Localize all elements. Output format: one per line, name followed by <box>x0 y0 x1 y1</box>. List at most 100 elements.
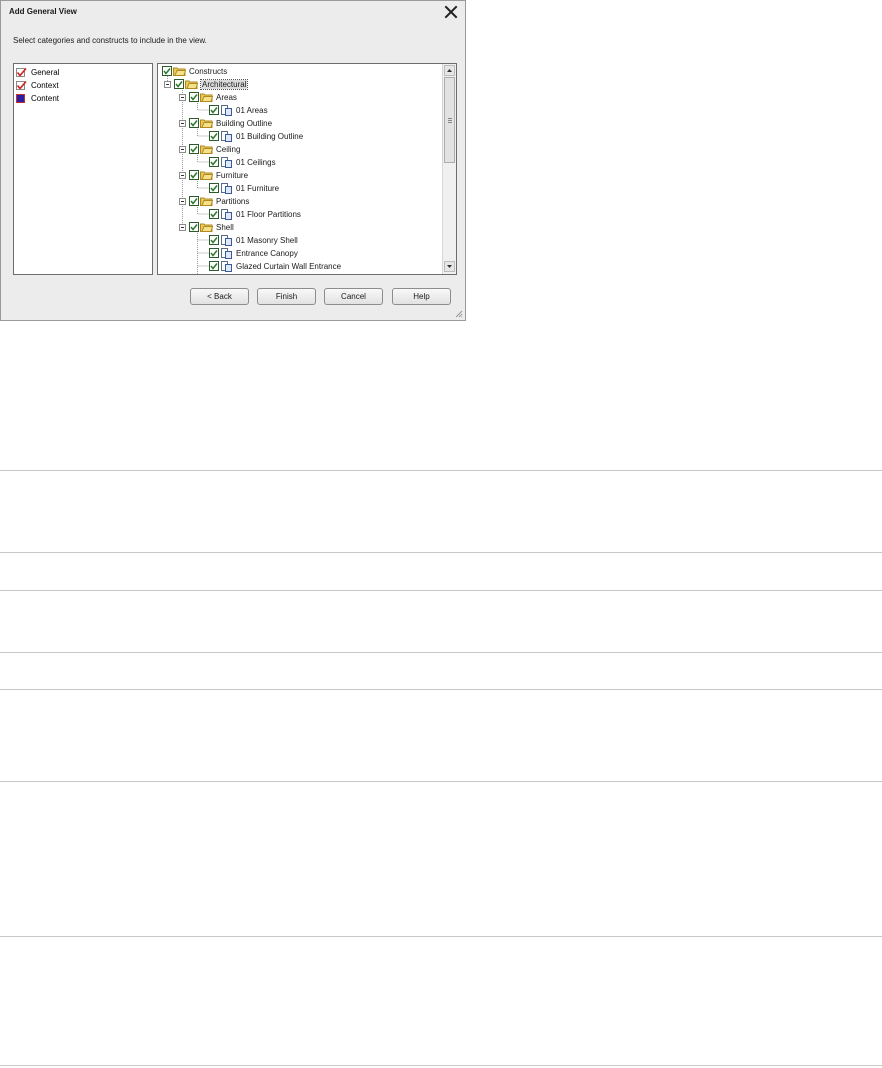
tree-node-label: Furniture <box>216 170 249 180</box>
tree-node-label: Constructs <box>189 66 228 76</box>
tree-checkbox[interactable] <box>189 118 199 128</box>
tree-checkbox[interactable] <box>189 196 199 206</box>
tree-node-architectural[interactable]: Architectural <box>164 78 249 90</box>
collapse-icon[interactable] <box>179 171 186 179</box>
separator-rule <box>0 1065 882 1066</box>
construct-icon <box>220 247 232 259</box>
separator-rule <box>0 781 882 782</box>
checked-icon <box>16 67 27 77</box>
tree-node-label: Areas <box>216 92 237 102</box>
tree-node-label: Entrance Canopy <box>236 248 298 258</box>
tree-checkbox[interactable] <box>174 79 184 89</box>
tree-node-label: Glazed Curtain Wall Entrance <box>236 261 342 271</box>
tree-node-label: 01 Building Outline <box>236 131 304 141</box>
construct-icon <box>220 130 232 142</box>
separator-rule <box>0 689 882 690</box>
tree-checkbox[interactable] <box>189 222 199 232</box>
construct-icon <box>220 182 232 194</box>
tree-node-label: Architectural <box>199 78 249 90</box>
finish-button[interactable]: Finish <box>257 288 316 305</box>
separator-rule <box>0 936 882 937</box>
tree-node-label: 01 Masonry Shell <box>236 235 298 245</box>
add-general-view-dialog: Add General View Select categories and c… <box>0 0 466 321</box>
folder-icon <box>200 196 214 206</box>
category-label: Context <box>31 80 59 90</box>
tree-checkbox[interactable] <box>209 157 219 167</box>
tree-node-01-areas[interactable]: 01 Areas <box>209 104 268 116</box>
tree-scrollbar[interactable] <box>442 64 456 274</box>
tree-checkbox[interactable] <box>209 235 219 245</box>
tree-node-label: Shell <box>216 222 234 232</box>
cancel-button[interactable]: Cancel <box>324 288 383 305</box>
tree-node-furniture[interactable]: Furniture <box>179 169 248 181</box>
tree-node-label: Ceiling <box>216 144 241 154</box>
tree-node-partial[interactable] <box>209 273 236 275</box>
folder-icon <box>200 118 214 128</box>
resize-grip-icon[interactable] <box>455 310 463 318</box>
tree-node-ceiling[interactable]: Ceiling <box>179 143 240 155</box>
folder-icon <box>200 170 214 180</box>
category-list[interactable]: General Context Content <box>13 63 153 275</box>
construct-icon <box>220 234 232 246</box>
folder-icon <box>185 79 199 89</box>
tree-node-label: 01 Floor Partitions <box>236 209 301 219</box>
separator-rule <box>0 590 882 591</box>
constructs-tree[interactable]: Constructs Architectural Areas 01 Areas … <box>157 63 457 275</box>
tree-checkbox[interactable] <box>189 170 199 180</box>
scrollbar-thumb[interactable] <box>444 77 455 163</box>
category-item-content[interactable]: Content <box>16 92 59 104</box>
tree-node-entrance-canopy[interactable]: Entrance Canopy <box>209 247 298 259</box>
tree-checkbox[interactable] <box>209 131 219 141</box>
collapse-icon[interactable] <box>179 197 186 205</box>
folder-icon <box>200 144 214 154</box>
dialog-titlebar: Add General View <box>1 1 465 23</box>
separator-rule <box>0 652 882 653</box>
category-item-context[interactable]: Context <box>16 79 59 91</box>
tree-checkbox[interactable] <box>209 248 219 258</box>
scroll-up-arrow-icon[interactable] <box>444 65 455 76</box>
tree-node-label: Building Outline <box>216 118 273 128</box>
close-icon[interactable] <box>443 4 459 20</box>
tree-checkbox[interactable] <box>209 209 219 219</box>
collapse-icon[interactable] <box>179 145 186 153</box>
tree-node-01-building-outline[interactable]: 01 Building Outline <box>209 130 303 142</box>
help-button[interactable]: Help <box>392 288 451 305</box>
tree-node-01-masonry-shell[interactable]: 01 Masonry Shell <box>209 234 298 246</box>
tree-node-01-furniture[interactable]: 01 Furniture <box>209 182 279 194</box>
folder-icon <box>200 92 214 102</box>
scroll-down-arrow-icon[interactable] <box>444 261 455 272</box>
tree-node-glazed-curtain-wall-entrance[interactable]: Glazed Curtain Wall Entrance <box>209 260 341 272</box>
tree-checkbox[interactable] <box>209 261 219 271</box>
tree-checkbox[interactable] <box>162 66 172 76</box>
category-item-general[interactable]: General <box>16 66 59 78</box>
separator-rule <box>0 470 882 471</box>
construct-icon <box>220 260 232 272</box>
tree-checkbox[interactable] <box>189 92 199 102</box>
back-button[interactable]: < Back <box>190 288 249 305</box>
dialog-title: Add General View <box>9 7 77 16</box>
tree-node-shell[interactable]: Shell <box>179 221 234 233</box>
tree-checkbox[interactable] <box>209 274 219 275</box>
category-label: General <box>31 67 60 77</box>
tree-node-label: 01 Ceilings <box>236 157 276 167</box>
tree-checkbox[interactable] <box>209 105 219 115</box>
collapse-icon[interactable] <box>179 93 186 101</box>
construct-icon <box>220 273 232 274</box>
tree-node-01-floor-partitions[interactable]: 01 Floor Partitions <box>209 208 301 220</box>
collapse-icon[interactable] <box>179 223 186 231</box>
tree-node-areas[interactable]: Areas <box>179 91 237 103</box>
construct-icon <box>220 208 232 220</box>
tree-checkbox[interactable] <box>209 183 219 193</box>
tree-node-constructs[interactable]: Constructs <box>162 65 227 77</box>
collapse-icon[interactable] <box>164 80 171 88</box>
tree-node-building-outline[interactable]: Building Outline <box>179 117 272 129</box>
tree-checkbox[interactable] <box>189 144 199 154</box>
tree-node-01-ceilings[interactable]: 01 Ceilings <box>209 156 276 168</box>
checked-icon <box>16 80 27 90</box>
collapse-icon[interactable] <box>179 119 186 127</box>
folder-icon <box>200 222 214 232</box>
construct-icon <box>220 156 232 168</box>
instructions-text: Select categories and constructs to incl… <box>13 36 207 45</box>
tree-node-partitions[interactable]: Partitions <box>179 195 249 207</box>
folder-icon <box>173 66 187 76</box>
